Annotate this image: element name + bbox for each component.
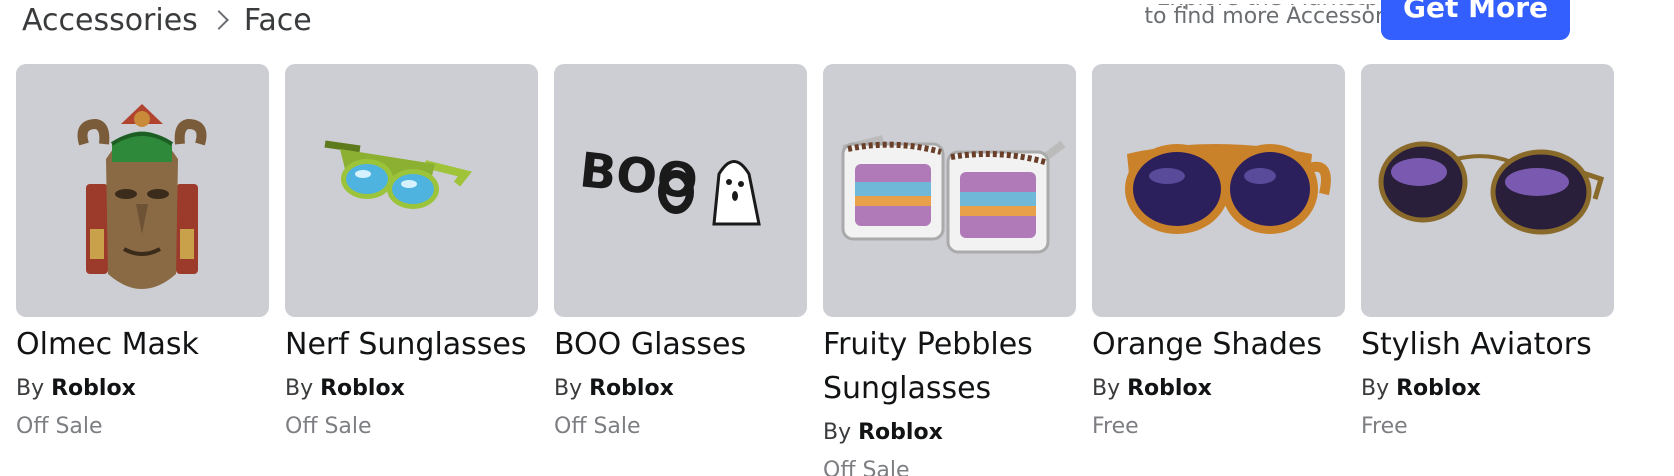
by-label: By xyxy=(554,376,590,401)
by-label: By xyxy=(1361,376,1397,401)
creator-link[interactable]: Roblox xyxy=(1396,376,1481,401)
breadcrumb: Accessories Face xyxy=(22,0,312,40)
item-price: Free xyxy=(1361,414,1408,439)
item-name[interactable]: BOO Glasses xyxy=(554,323,807,367)
orange-shades-icon xyxy=(1125,144,1331,234)
breadcrumb-face: Face xyxy=(243,2,312,38)
creator-link[interactable]: Roblox xyxy=(858,420,943,445)
item-name[interactable]: Nerf Sunglasses xyxy=(285,323,538,367)
item-creator: By Roblox xyxy=(1092,371,1345,407)
item-price: Free xyxy=(1092,414,1139,439)
item-creator: By Roblox xyxy=(16,371,269,407)
boo-glasses-icon: BOO xyxy=(577,142,761,226)
item-name[interactable]: Olmec Mask xyxy=(16,323,269,367)
creator-link[interactable]: Roblox xyxy=(51,376,136,401)
item-price: Off Sale xyxy=(554,414,641,439)
item-card-orange-shades[interactable]: Orange Shades By Roblox Free xyxy=(1092,64,1345,476)
olmec-mask-icon xyxy=(77,104,207,289)
by-label: By xyxy=(823,420,859,445)
item-price: Off Sale xyxy=(823,458,910,476)
promo-message: Explore the Marketplace to find more Acc… xyxy=(1124,4,1424,29)
by-label: By xyxy=(285,376,321,401)
avatar-accessories-page: Accessories Face Explore the Marketplace… xyxy=(0,0,1674,476)
item-price: Off Sale xyxy=(285,414,372,439)
item-price: Off Sale xyxy=(16,414,103,439)
item-name[interactable]: Stylish Aviators xyxy=(1361,323,1614,367)
item-card-olmec-mask[interactable]: Olmec Mask By Roblox Off Sale xyxy=(16,64,269,476)
nerf-sunglasses-icon xyxy=(324,140,473,209)
item-thumbnail[interactable]: BOO xyxy=(554,64,807,317)
breadcrumb-accessories[interactable]: Accessories xyxy=(22,3,198,38)
creator-link[interactable]: Roblox xyxy=(320,376,405,401)
item-creator: By Roblox xyxy=(554,371,807,407)
item-card-stylish-aviators[interactable]: Stylish Aviators By Roblox Free xyxy=(1361,64,1614,476)
item-card-boo-glasses[interactable]: BOO BOO Glasses By Roblox Off Sale xyxy=(554,64,807,476)
item-thumbnail[interactable] xyxy=(285,64,538,317)
creator-link[interactable]: Roblox xyxy=(1127,376,1212,401)
item-thumbnail[interactable] xyxy=(16,64,269,317)
item-thumbnail[interactable] xyxy=(1361,64,1614,317)
item-card-nerf-sunglasses[interactable]: Nerf Sunglasses By Roblox Off Sale xyxy=(285,64,538,476)
item-thumbnail[interactable] xyxy=(1092,64,1345,317)
item-creator: By Roblox xyxy=(823,415,1076,451)
creator-link[interactable]: Roblox xyxy=(589,376,674,401)
by-label: By xyxy=(16,376,52,401)
by-label: By xyxy=(1092,376,1128,401)
item-creator: By Roblox xyxy=(1361,371,1614,407)
chevron-right-icon xyxy=(208,10,229,30)
get-more-button[interactable]: Get More xyxy=(1381,0,1570,40)
item-thumbnail[interactable] xyxy=(823,64,1076,317)
item-name[interactable]: Fruity Pebbles Sunglasses xyxy=(823,323,1076,411)
stylish-aviators-icon xyxy=(1378,141,1605,235)
item-creator: By Roblox xyxy=(285,371,538,407)
item-grid: Olmec Mask By Roblox Off Sale Nerf Sungl… xyxy=(16,64,1614,476)
item-card-fruity-pebbles-sunglasses[interactable]: Fruity Pebbles Sunglasses By Roblox Off … xyxy=(823,64,1076,476)
fruity-pebbles-sunglasses-icon xyxy=(841,135,1066,254)
item-name[interactable]: Orange Shades xyxy=(1092,323,1345,367)
